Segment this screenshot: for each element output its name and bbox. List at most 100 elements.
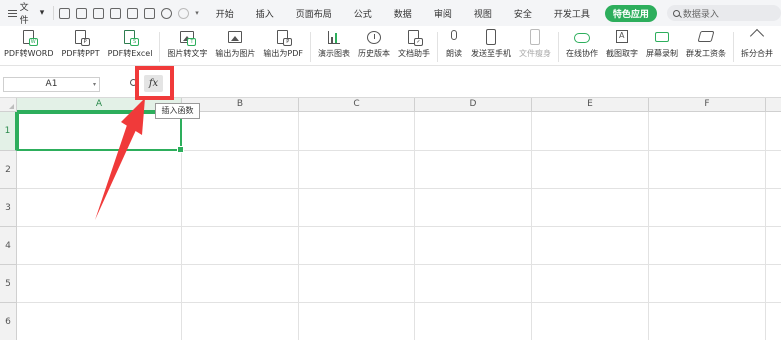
tab-developer[interactable]: 开发工具	[543, 7, 601, 20]
split-merge-label: 拆分合并	[741, 49, 774, 58]
tab-page-layout[interactable]: 页面布局	[285, 7, 343, 20]
file-slim-label: 文件瘦身	[519, 49, 552, 58]
online-collab-button[interactable]: 在线协作	[562, 29, 602, 59]
payslip-label: 群发工资条	[686, 49, 727, 58]
gridline	[17, 188, 781, 189]
search-icon	[672, 9, 680, 17]
export-icon[interactable]	[110, 7, 122, 19]
new-document-icon[interactable]	[59, 7, 71, 19]
column-header-c[interactable]: C	[299, 98, 415, 112]
chart-button[interactable]: 演示图表	[314, 29, 354, 59]
payslip-button[interactable]: 群发工资条	[682, 29, 730, 59]
spreadsheet-app: 文件 ▾ ▾ 开始 插入 页面布局 公式 数据 审阅 视图 安全 开发工具 特色…	[0, 0, 781, 340]
column-header-e[interactable]: E	[532, 98, 649, 112]
pdf-to-excel-label: PDF转Excel	[107, 49, 153, 58]
annotation-highlight-box	[135, 66, 174, 100]
open-folder-icon[interactable]	[76, 7, 88, 19]
microphone-icon	[451, 30, 458, 40]
hamburger-icon	[8, 9, 17, 17]
column-header-d[interactable]: D	[415, 98, 532, 112]
pdf-to-ppt-button[interactable]: P PDF转PPT	[58, 29, 104, 59]
doc-assistant-label: 文档助手	[398, 49, 431, 58]
column-header-overflow[interactable]	[766, 98, 781, 112]
file-menu-label: 文件	[19, 3, 29, 26]
history-icon	[367, 31, 382, 44]
export-image-label: 输出为图片	[215, 49, 256, 58]
export-pdf-button[interactable]: P 输出为PDF	[259, 29, 307, 59]
tab-security[interactable]: 安全	[503, 7, 543, 20]
tab-insert[interactable]: 插入	[245, 7, 285, 20]
row-header-2[interactable]: 2	[0, 151, 17, 189]
menu-bar: 文件 ▾ ▾ 开始 插入 页面布局 公式 数据 审阅 视图 安全 开发工具 特色…	[0, 0, 781, 26]
print-preview-icon[interactable]	[144, 7, 156, 19]
screen-record-label: 屏幕录制	[646, 49, 679, 58]
customize-toolbar-icon[interactable]: ▾	[195, 9, 199, 17]
online-collab-label: 在线协作	[566, 49, 599, 58]
tab-data[interactable]: 数据	[383, 7, 423, 20]
ribbon-toolbar: W PDF转WORD P PDF转PPT S PDF转Excel T 图片转文字…	[0, 26, 781, 66]
chevron-down-icon[interactable]: ▾	[93, 78, 96, 91]
insert-function-tooltip: 插入函数	[155, 103, 200, 119]
divider	[159, 32, 161, 62]
read-aloud-label: 朗读	[446, 49, 463, 58]
quick-access-toolbar: ▾	[59, 7, 199, 19]
divider	[437, 32, 439, 62]
tab-review[interactable]: 审阅	[423, 7, 463, 20]
divider	[53, 6, 55, 20]
tab-view[interactable]: 视图	[463, 7, 503, 20]
split-merge-icon	[749, 28, 765, 44]
spreadsheet-grid[interactable]: A B C D E F 1 2 3 4 5 6	[0, 98, 781, 340]
history-label: 历史版本	[358, 49, 391, 58]
screenshot-ocr-icon	[616, 30, 629, 43]
screenshot-ocr-button[interactable]: 截图取字	[602, 29, 642, 59]
print-icon[interactable]	[127, 7, 139, 19]
select-all-corner[interactable]	[0, 98, 17, 112]
redo-icon[interactable]	[178, 7, 190, 19]
row-header-5[interactable]: 5	[0, 265, 17, 303]
image-to-text-button[interactable]: T 图片转文字	[163, 29, 211, 59]
search-placeholder: 数据录入	[682, 9, 719, 20]
screen-record-button[interactable]: 屏幕录制	[642, 29, 682, 59]
divider	[310, 32, 312, 62]
save-icon[interactable]	[93, 7, 105, 19]
export-pdf-label: 输出为PDF	[263, 49, 304, 58]
row-header-4[interactable]: 4	[0, 227, 17, 265]
screen-record-icon	[655, 32, 670, 42]
name-box-value: A1	[45, 79, 58, 89]
doc-assistant-button[interactable]: ✓ 文档助手	[394, 29, 434, 59]
gridline	[17, 264, 781, 265]
name-box[interactable]: A1 ▾	[3, 77, 100, 92]
image-to-text-label: 图片转文字	[167, 49, 208, 58]
read-aloud-button[interactable]: 朗读	[441, 29, 467, 59]
pdf-to-ppt-label: PDF转PPT	[61, 49, 100, 58]
tab-home[interactable]: 开始	[205, 7, 245, 20]
row-header-1[interactable]: 1	[0, 112, 17, 151]
export-image-button[interactable]: 输出为图片	[211, 29, 259, 59]
file-menu[interactable]: 文件 ▾	[4, 0, 48, 26]
pdf-to-word-label: PDF转WORD	[4, 49, 54, 58]
payslip-icon	[697, 31, 715, 42]
undo-icon[interactable]	[161, 7, 173, 19]
column-header-f[interactable]: F	[649, 98, 766, 112]
chart-label: 演示图表	[318, 49, 351, 58]
chart-icon	[328, 31, 341, 44]
formula-bar: A1 ▾ fx	[0, 67, 781, 98]
send-to-phone-button[interactable]: 发送至手机	[467, 29, 515, 59]
history-button[interactable]: 历史版本	[354, 29, 394, 59]
tab-special-apps[interactable]: 特色应用	[604, 4, 657, 22]
divider	[558, 32, 560, 62]
file-slim-button[interactable]: 文件瘦身	[515, 29, 555, 59]
search-box[interactable]: 数据录入	[666, 5, 781, 21]
divider	[733, 32, 735, 62]
pdf-to-excel-button[interactable]: S PDF转Excel	[104, 29, 157, 59]
tab-formulas[interactable]: 公式	[343, 7, 383, 20]
file-slim-icon	[530, 29, 541, 45]
row-header-6[interactable]: 6	[0, 303, 17, 340]
send-to-phone-label: 发送至手机	[471, 49, 512, 58]
ribbon-tabs: 开始 插入 页面布局 公式 数据 审阅 视图 安全 开发工具 特色应用	[205, 4, 657, 22]
export-image-icon	[228, 31, 243, 43]
chevron-down-icon: ▾	[39, 8, 45, 18]
pdf-to-word-button[interactable]: W PDF转WORD	[0, 29, 58, 59]
row-header-3[interactable]: 3	[0, 189, 17, 227]
split-merge-button[interactable]: 拆分合并	[737, 28, 777, 59]
